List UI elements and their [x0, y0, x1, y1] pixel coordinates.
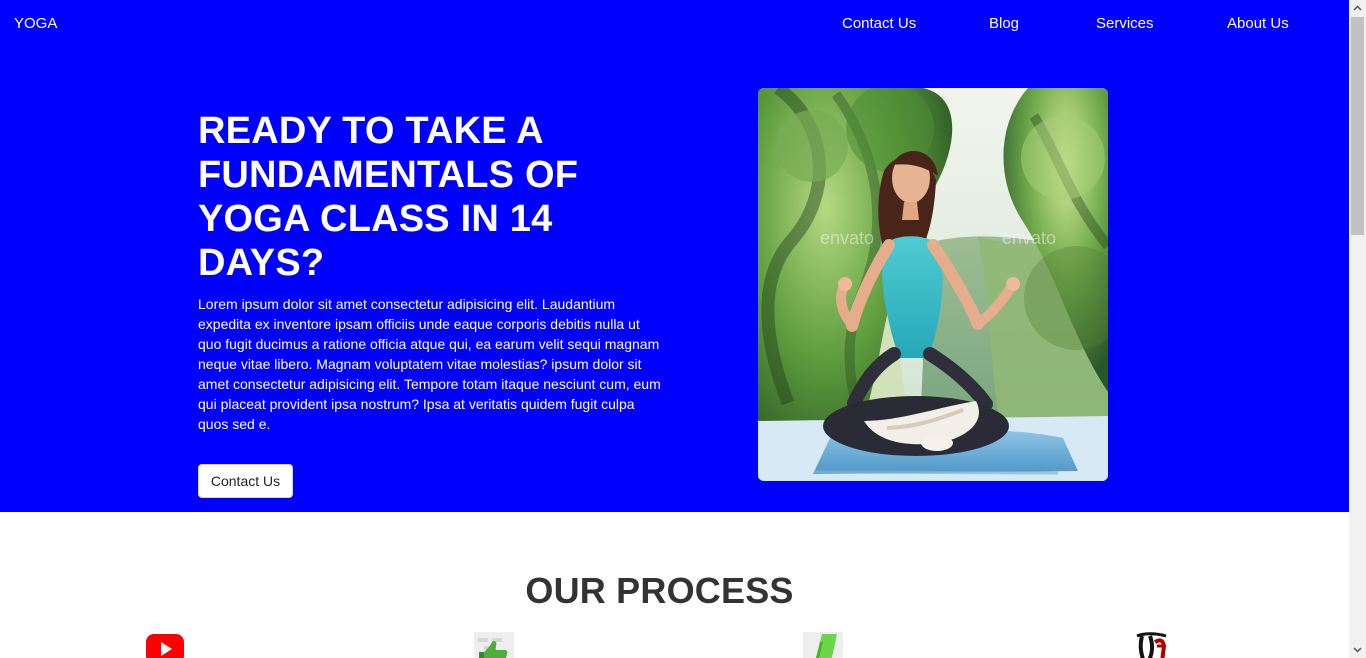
scrollbar-thumb[interactable]	[1351, 17, 1364, 235]
thumbs-up-icon[interactable]	[474, 632, 514, 658]
process-icons-row	[0, 632, 1349, 658]
hero-section: YOGA Contact Us Blog Services About Us R…	[0, 0, 1349, 512]
nav-about-us[interactable]: About Us	[1227, 15, 1289, 32]
scroll-up-arrow-icon[interactable]	[1349, 0, 1366, 17]
scroll-down-arrow-icon[interactable]	[1349, 641, 1366, 658]
hero-description: Lorem ipsum dolor sit amet consectetur a…	[198, 296, 661, 432]
main-navigation: Contact Us Blog Services About Us	[0, 15, 1349, 35]
yoga-meditation-image: envato envato	[758, 88, 1108, 481]
image-watermark-left: envato	[820, 228, 874, 248]
nav-contact-us[interactable]: Contact Us	[842, 15, 916, 32]
page-content: YOGA Contact Us Blog Services About Us R…	[0, 0, 1349, 658]
vertical-scrollbar[interactable]	[1349, 0, 1366, 658]
newspaper-letter-icon[interactable]	[1132, 632, 1172, 658]
yoga-landing-page: YOGA Contact Us Blog Services About Us R…	[0, 0, 1366, 658]
nav-services[interactable]: Services	[1096, 15, 1154, 32]
image-watermark-right: envato	[1002, 228, 1056, 248]
process-section-title: OUR PROCESS	[525, 570, 794, 611]
nav-blog[interactable]: Blog	[989, 15, 1019, 32]
green-pencil-icon[interactable]	[803, 632, 843, 658]
hero-title: READY TO TAKE A FUNDAMENTALS OF YOGA CLA…	[198, 110, 579, 284]
hero-contact-button[interactable]: Contact Us	[198, 464, 293, 498]
yoga-meditation-illustration: envato envato	[758, 88, 1108, 481]
youtube-icon[interactable]	[145, 632, 185, 658]
